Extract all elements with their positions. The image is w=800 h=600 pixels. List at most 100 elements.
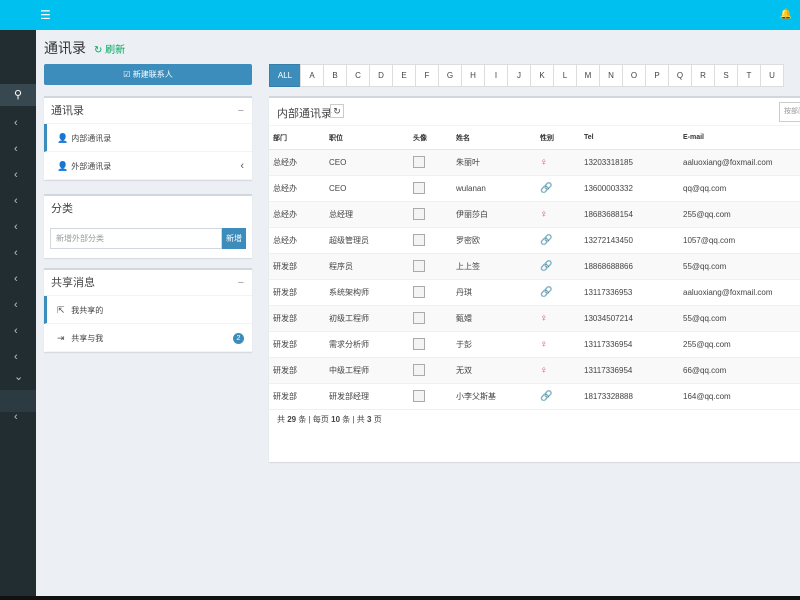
add-category-button[interactable]: 新增 <box>222 228 246 249</box>
avatar[interactable] <box>413 182 425 194</box>
refresh-icon[interactable]: ↻ <box>330 104 344 118</box>
alpha-letter[interactable]: J <box>507 64 531 87</box>
table-row[interactable]: 研发部 程序员 上上签 🔗 18868688866 55@qq.com <box>269 253 800 280</box>
contacts-box-title: 通讯录 <box>51 105 84 117</box>
alpha-letter[interactable]: D <box>369 64 393 87</box>
avatar[interactable] <box>413 390 425 402</box>
search-input[interactable]: 按部门 <box>779 102 800 122</box>
alpha-all[interactable]: ALL <box>269 64 301 87</box>
chevron-left-icon[interactable]: ‹ <box>0 138 36 160</box>
menu-toggle-icon[interactable]: ☰ <box>40 9 52 21</box>
chevron-left-icon[interactable]: ‹ <box>0 320 36 342</box>
chevron-left-icon[interactable]: ‹ <box>0 406 36 428</box>
share-box-header: 共享消息 − <box>44 270 252 296</box>
chevron-left-icon[interactable]: ‹ <box>240 152 244 180</box>
bottom-bar <box>0 596 800 600</box>
table-row[interactable]: 研发部 系统架构师 丹琪 🔗 13117336953 aaluoxiang@foxmail… <box>269 279 800 306</box>
table-row[interactable]: 总经办 超级管理员 罗密欧 🔗 13272143450 1057@qq.com <box>269 227 800 254</box>
chevron-left-icon[interactable]: ‹ <box>0 190 36 212</box>
column-header: E-mail <box>679 127 800 150</box>
gender-cell: 🔗 <box>536 279 580 306</box>
alpha-letter[interactable]: E <box>392 64 416 87</box>
chevron-down-icon[interactable]: ⌄ <box>0 366 36 388</box>
new-contact-button[interactable]: ☑ 新建联系人 <box>44 64 252 85</box>
tel-cell: 18868688866 <box>580 253 679 280</box>
refresh-link[interactable]: ↻ 刷新 <box>94 41 125 56</box>
avatar-cell <box>409 383 452 410</box>
table-row[interactable]: 研发部 中级工程师 无双 ♀ 13117336954 66@qq.com <box>269 357 800 384</box>
alpha-letter[interactable]: T <box>737 64 761 87</box>
male-icon: 🔗 <box>540 182 553 194</box>
male-icon: 🔗 <box>540 286 553 298</box>
bell-icon[interactable]: 🔔 <box>780 9 792 20</box>
female-icon: ♀ <box>540 364 548 376</box>
alpha-letter[interactable]: R <box>691 64 715 87</box>
user-icon: 👤 <box>57 133 69 143</box>
avatar[interactable] <box>413 260 425 272</box>
alpha-letter[interactable]: C <box>346 64 370 87</box>
chevron-left-icon[interactable]: ‹ <box>0 112 36 134</box>
alpha-letter[interactable]: B <box>323 64 347 87</box>
alpha-letter[interactable]: L <box>553 64 577 87</box>
collapse-icon[interactable]: − <box>238 270 244 296</box>
alpha-letter[interactable]: G <box>438 64 462 87</box>
avatar-cell <box>409 357 452 384</box>
avatar[interactable] <box>413 312 425 324</box>
alpha-letter[interactable]: S <box>714 64 738 87</box>
avatar[interactable] <box>413 286 425 298</box>
chevron-left-icon[interactable]: ‹ <box>0 242 36 264</box>
table-row[interactable]: 总经办 CEO wulanan 🔗 13600003332 qq@qq.com <box>269 175 800 202</box>
gender-cell: 🔗 <box>536 253 580 280</box>
internal-contacts-item[interactable]: 👤 内部通讯录 <box>44 124 252 152</box>
alpha-letter[interactable]: F <box>415 64 439 87</box>
category-input[interactable]: 新增外部分类 <box>50 228 222 249</box>
my-shared-item[interactable]: ⇱ 我共享的 <box>44 296 252 324</box>
alpha-letter[interactable]: O <box>622 64 646 87</box>
table-row[interactable]: 研发部 需求分析师 于彭 ♀ 13117336954 255@qq.com <box>269 331 800 358</box>
shared-with-me-item[interactable]: ⇥ 共享与我 2 <box>44 324 252 352</box>
avatar[interactable] <box>413 338 425 350</box>
category-box-title: 分类 <box>51 203 73 215</box>
gender-cell: 🔗 <box>536 383 580 410</box>
chevron-left-icon[interactable]: ‹ <box>0 294 36 316</box>
gender-cell: 🔗 <box>536 227 580 254</box>
table-row[interactable]: 总经办 CEO 朱丽叶 ♀ 13203318185 aaluoxiang@foxmail.… <box>269 149 800 176</box>
avatar[interactable] <box>413 208 425 220</box>
alpha-letter[interactable]: M <box>576 64 600 87</box>
alpha-letter[interactable]: U <box>760 64 784 87</box>
table-row[interactable]: 总经办 总经理 伊丽莎白 ♀ 18683688154 255@qq.com <box>269 201 800 228</box>
avatar[interactable] <box>413 234 425 246</box>
alpha-letter[interactable]: P <box>645 64 669 87</box>
chevron-left-icon[interactable]: ‹ <box>0 164 36 186</box>
chevron-left-icon[interactable]: ‹ <box>0 268 36 290</box>
category-box: 分类 新增外部分类 新增 <box>44 194 252 258</box>
email-cell: 164@qq.com <box>679 383 800 410</box>
column-header: 职位 <box>325 127 409 150</box>
alpha-letter[interactable]: K <box>530 64 554 87</box>
avatar[interactable] <box>413 364 425 376</box>
tel-cell: 13117336954 <box>580 357 679 384</box>
tel-cell: 13034507214 <box>580 305 679 332</box>
alpha-letter[interactable]: N <box>599 64 623 87</box>
female-icon: ♀ <box>540 208 548 220</box>
column-header: 头像 <box>409 127 452 150</box>
alpha-letter[interactable]: I <box>484 64 508 87</box>
tel-cell: 13117336953 <box>580 279 679 306</box>
alpha-letter[interactable]: H <box>461 64 485 87</box>
alpha-letter[interactable]: Q <box>668 64 692 87</box>
chevron-left-icon[interactable]: ‹ <box>0 346 36 368</box>
search-icon[interactable]: ⚲ <box>0 84 36 106</box>
alpha-letter[interactable]: A <box>300 64 324 87</box>
avatar-cell <box>409 201 452 228</box>
pager-text: 页 <box>373 415 382 424</box>
collapse-icon[interactable]: − <box>238 98 244 124</box>
external-contacts-item[interactable]: 👤 外部通讯录 ‹ <box>44 152 252 180</box>
table-row[interactable]: 研发部 初级工程师 甄嬛 ♀ 13034507214 55@qq.com <box>269 305 800 332</box>
avatar[interactable] <box>413 156 425 168</box>
name-cell: wulanan <box>452 175 536 202</box>
dept-cell: 研发部 <box>269 305 325 332</box>
column-header: Tel <box>580 127 679 150</box>
name-cell: 甄嬛 <box>452 305 536 332</box>
chevron-left-icon[interactable]: ‹ <box>0 216 36 238</box>
table-row[interactable]: 研发部 研发部经理 小李父斯基 🔗 18173328888 164@qq.com <box>269 383 800 410</box>
